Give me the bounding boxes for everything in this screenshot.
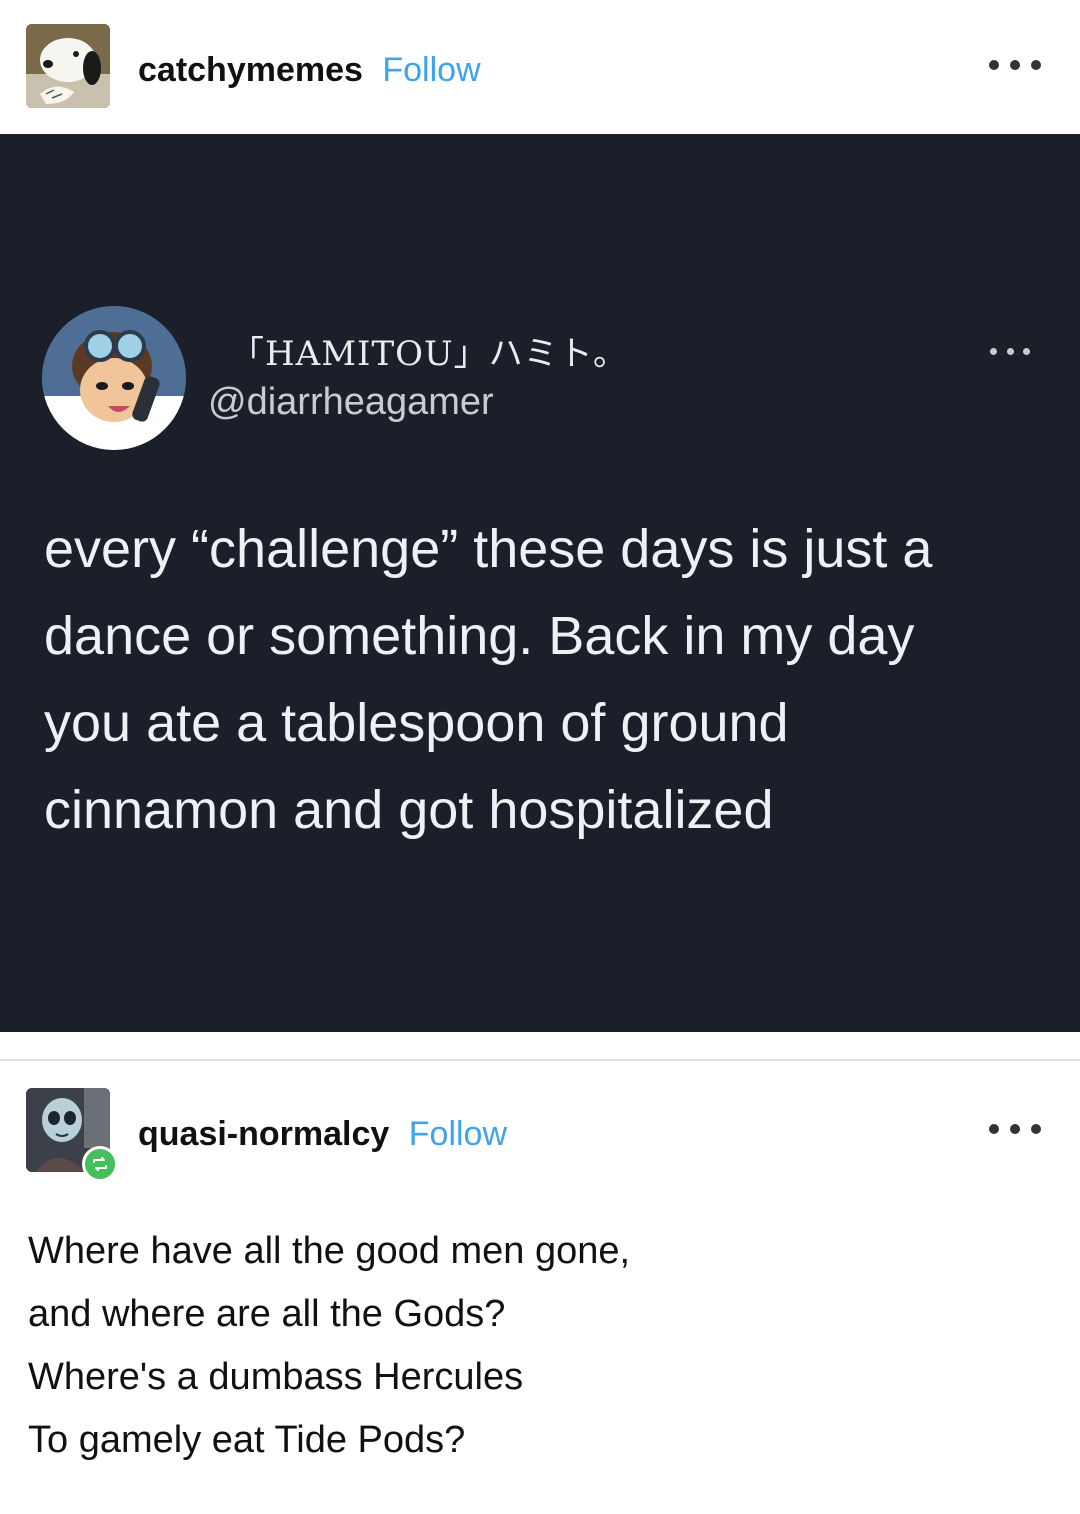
post-header: catchymemes Follow	[0, 0, 1080, 134]
tweet-screenshot: 「HAMITOU」ハミト。 @diarrheagamer every “chal…	[0, 134, 1080, 1032]
dot	[990, 347, 997, 355]
dot	[1010, 60, 1020, 70]
follow-button[interactable]: Follow	[382, 51, 480, 89]
more-options-icon[interactable]	[989, 55, 1041, 75]
reblog-text-line: To gamely eat Tide Pods?	[28, 1419, 466, 1461]
tweet-text-line: cinnamon and got hospitalized	[44, 780, 774, 840]
tweet-display-name: 「HAMITOU」ハミト。	[230, 334, 628, 374]
dot	[1006, 347, 1014, 355]
dot	[989, 1124, 999, 1134]
dot	[989, 60, 999, 70]
snoopy-avatar-icon[interactable]	[26, 24, 110, 108]
tweet-more-icon	[990, 346, 1030, 356]
tweet-handle: @diarrheagamer	[208, 381, 494, 423]
dot	[1031, 60, 1041, 70]
reblog-more-options-icon[interactable]	[989, 1119, 1041, 1139]
dot	[1031, 1124, 1041, 1134]
reblog-blog-name[interactable]: quasi-normalcy	[138, 1115, 389, 1153]
dot	[1010, 1124, 1020, 1134]
reblog-body: Where have all the good men gone, and wh…	[28, 1220, 1058, 1472]
reblog-text-line: and where are all the Gods?	[28, 1293, 506, 1335]
dot	[1023, 347, 1030, 355]
divider	[0, 1059, 1080, 1061]
tweet-text-line: every “challenge” these days is just a	[44, 519, 933, 579]
reblog-text-line: Where's a dumbass Hercules	[28, 1356, 524, 1398]
tweet-text: every “challenge” these days is just a d…	[44, 506, 1044, 854]
tweet-text-line: you ate a tablespoon of ground	[44, 693, 789, 753]
tweet-text-line: dance or something. Back in my day	[44, 606, 915, 666]
blog-name[interactable]: catchymemes	[138, 51, 363, 89]
reblog-blog-line: quasi-normalcy Follow	[138, 1112, 507, 1156]
reblog-icon	[82, 1146, 118, 1182]
blog-line: catchymemes Follow	[138, 48, 481, 92]
tweet-avatar-icon	[42, 306, 186, 450]
reblog-follow-button[interactable]: Follow	[409, 1115, 507, 1153]
reblog-text-line: Where have all the good men gone,	[28, 1230, 631, 1272]
